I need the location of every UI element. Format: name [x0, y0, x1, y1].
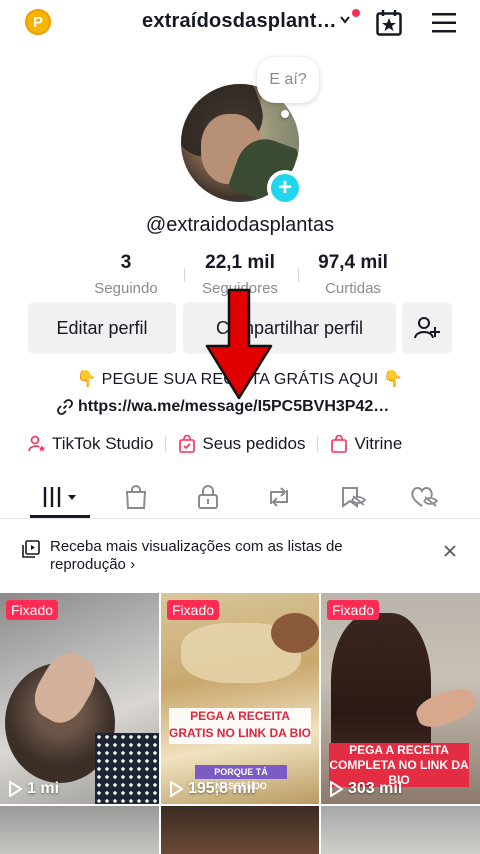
close-icon[interactable] — [442, 543, 458, 559]
playlist-icon — [22, 540, 40, 558]
video-grid: Fixado 1 mi PEGA A RECEITA GRATIS NO LIN… — [0, 593, 480, 854]
active-tab-indicator — [30, 515, 90, 518]
view-count: 1 mi — [8, 780, 59, 798]
stat-likes[interactable]: 97,4 mil Curtidas — [306, 252, 400, 297]
chevron-right-icon: › — [130, 556, 136, 573]
bookmark-eye-slash-icon — [342, 487, 367, 508]
hamburger-menu-icon[interactable] — [431, 12, 457, 34]
view-count: 303 mil — [329, 780, 402, 798]
add-friend-button[interactable] — [402, 302, 452, 354]
video-thumbnail[interactable] — [0, 806, 159, 854]
tab-shop[interactable] — [116, 481, 156, 513]
top-bar: P extraídosdasplant… — [0, 0, 480, 46]
add-person-icon — [414, 317, 440, 339]
calendar-star-icon[interactable] — [375, 9, 403, 37]
person-star-icon — [28, 435, 46, 452]
tiktok-studio-shortcut[interactable]: TikTok Studio — [28, 434, 153, 454]
orders-shortcut[interactable]: Seus pedidos — [178, 434, 305, 454]
bubble-tail — [281, 110, 289, 118]
tab-favorites[interactable] — [333, 481, 373, 513]
play-icon — [170, 781, 183, 797]
username-switcher[interactable]: extraídosdasplant… — [142, 10, 337, 33]
notification-dot — [352, 9, 360, 17]
add-story-plus-icon[interactable]: + — [267, 170, 303, 206]
tab-videos[interactable] — [38, 481, 82, 513]
shop-bag-icon — [125, 485, 147, 509]
note-bubble[interactable]: E aí? — [257, 57, 319, 103]
playlist-banner[interactable]: Receba mais visualizações com as listas … — [0, 527, 480, 579]
tab-private[interactable] — [188, 481, 228, 513]
heart-slash-icon — [411, 487, 439, 507]
shortcut-label: TikTok Studio — [52, 434, 154, 453]
profile-tabs — [0, 475, 480, 519]
video-thumbnail[interactable]: Fixado 1 mi — [0, 593, 159, 804]
stat-following[interactable]: 3 Seguindo — [86, 252, 166, 297]
chevron-down-icon[interactable] — [340, 16, 350, 24]
divider — [184, 268, 185, 282]
video-caption: PEGA A RECEITA GRATIS NO LINK DA BIO — [169, 708, 311, 744]
video-subcaption: PORQUE TÁ NASCENDO — [195, 765, 287, 791]
grid-icon — [43, 487, 76, 507]
pinned-badge: Fixado — [6, 600, 59, 620]
coin-icon[interactable]: P — [25, 9, 51, 35]
tab-reposts[interactable] — [259, 481, 299, 513]
pinned-badge: Fixado — [327, 600, 380, 620]
shortcut-row: TikTok Studio Seus pedidos Vitrine — [28, 432, 402, 456]
video-thumbnail[interactable] — [161, 806, 319, 854]
pinned-badge: Fixado — [167, 600, 220, 620]
shortcut-label: Seus pedidos — [202, 434, 306, 453]
repost-icon — [270, 487, 288, 507]
video-thumbnail[interactable]: PEGA A RECEITA COMPLETA NO LINK DA BIO F… — [321, 593, 480, 804]
divider — [165, 436, 167, 452]
showcase-shortcut[interactable]: Vitrine — [330, 434, 402, 454]
video-thumbnail[interactable]: PEGA A RECEITA GRATIS NO LINK DA BIO POR… — [161, 593, 319, 804]
link-icon — [57, 399, 73, 415]
red-arrow-annotation — [205, 288, 273, 400]
lock-icon — [198, 485, 218, 509]
tab-liked[interactable] — [404, 481, 444, 513]
view-count: 195,8 mil — [169, 780, 256, 798]
bag-check-icon — [179, 435, 196, 453]
play-icon — [9, 781, 22, 797]
play-icon — [330, 781, 343, 797]
video-thumbnail[interactable] — [321, 806, 480, 854]
banner-text[interactable]: Receba mais visualizações com as listas … — [50, 538, 380, 574]
divider — [298, 268, 299, 282]
shortcut-label: Vitrine — [354, 434, 403, 453]
divider — [317, 436, 319, 452]
bio-link-text[interactable]: https://wa.me/message/I5PC5BVH3P42… — [78, 398, 389, 416]
profile-handle: @extraidodasplantas — [145, 214, 335, 236]
edit-profile-button[interactable]: Editar perfil — [28, 302, 176, 354]
shopping-bag-icon — [331, 435, 348, 453]
bio-link[interactable]: https://wa.me/message/I5PC5BVH3P42… — [57, 398, 389, 416]
